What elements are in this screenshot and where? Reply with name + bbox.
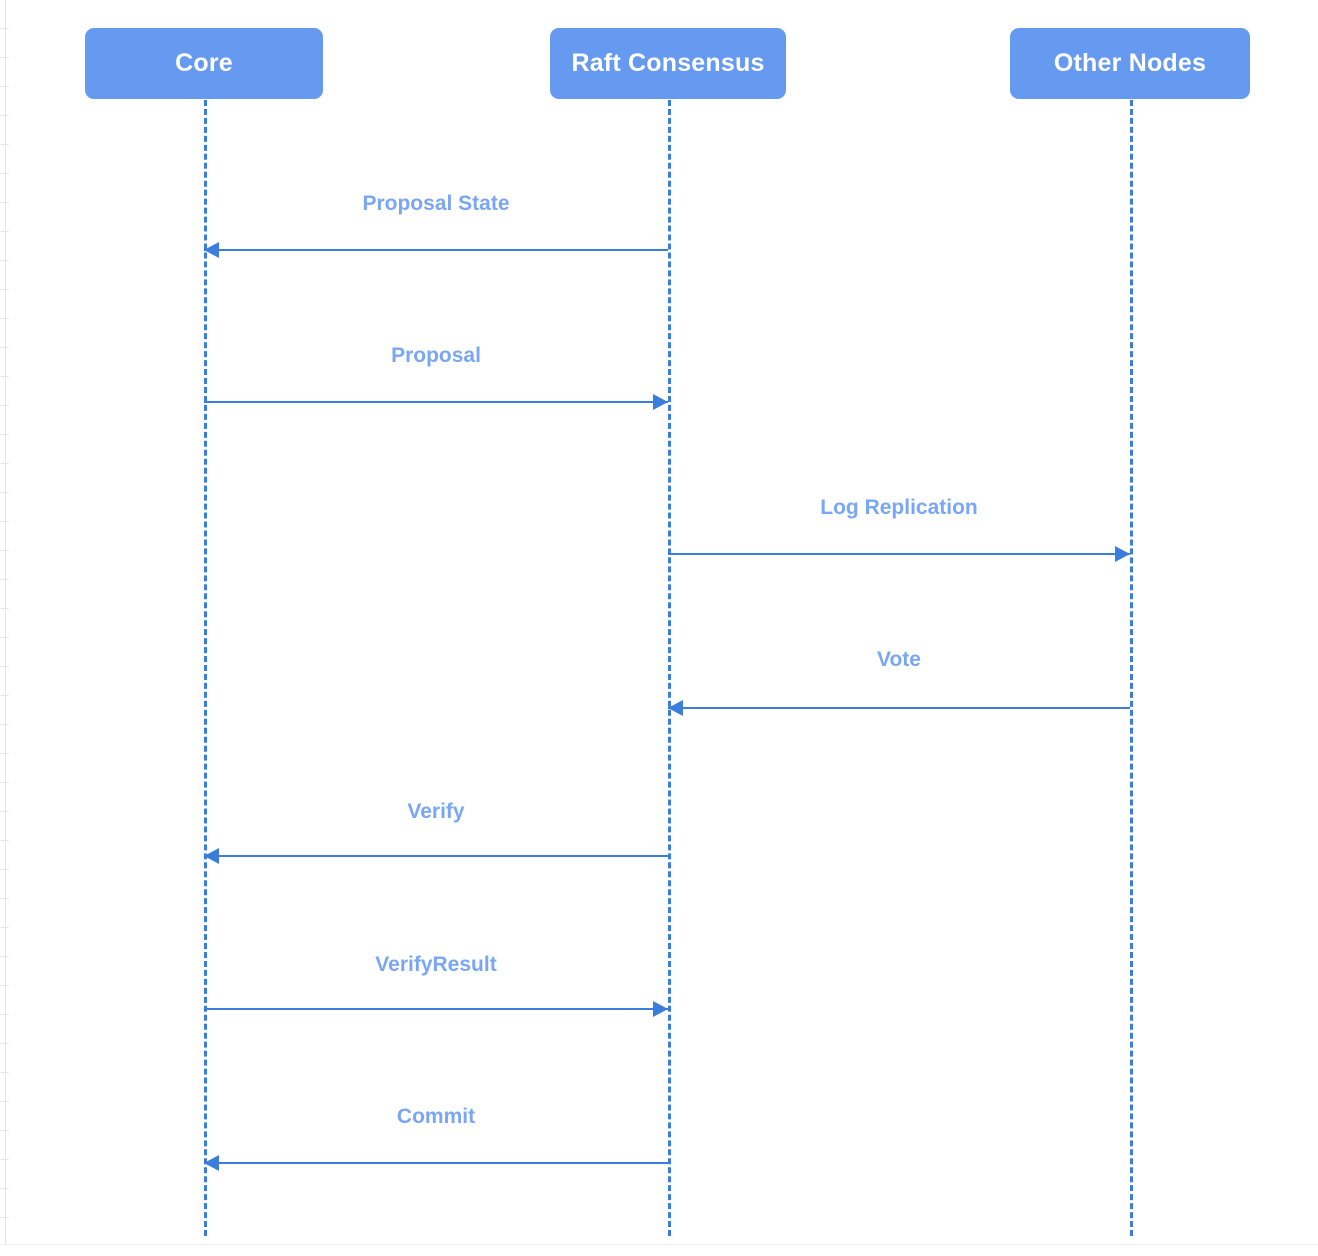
sequence-diagram-canvas: Core Raft Consensus Other Nodes Proposal S… — [0, 0, 1318, 1256]
message-arrow-line — [204, 855, 668, 857]
message-arrow-line — [204, 1162, 668, 1164]
message-label: Vote — [877, 648, 921, 671]
message-arrowhead-right — [1115, 546, 1130, 562]
message-arrowhead-left — [668, 700, 683, 716]
participant-box-other[interactable]: Other Nodes — [1010, 28, 1250, 99]
participant-box-core[interactable]: Core — [85, 28, 323, 99]
message-label: VerifyResult — [375, 953, 497, 976]
message-arrowhead-left — [204, 1155, 219, 1171]
message-label: Log Replication — [820, 496, 978, 519]
message-arrowhead-left — [204, 242, 219, 258]
participant-box-raft[interactable]: Raft Consensus — [550, 28, 786, 99]
message-label: Proposal — [391, 344, 481, 367]
message-label: Commit — [396, 1105, 476, 1128]
lifeline-other — [1130, 100, 1133, 1236]
message-arrow-line — [204, 1008, 668, 1010]
message-arrowhead-left — [204, 848, 219, 864]
message-arrowhead-right — [653, 394, 668, 410]
message-label: Verify — [407, 800, 465, 823]
page-left-edge-rule — [5, 0, 6, 1244]
message-arrow-line — [668, 553, 1130, 555]
page-bottom-rule — [0, 1244, 1318, 1245]
participant-label: Core — [175, 49, 233, 77]
message-arrow-line — [204, 249, 668, 251]
message-arrowhead-right — [653, 1001, 668, 1017]
lifeline-raft — [668, 100, 671, 1236]
message-arrow-line — [668, 707, 1130, 709]
message-arrow-line — [204, 401, 668, 403]
participant-label: Raft Consensus — [571, 49, 765, 77]
lifeline-core — [204, 100, 207, 1236]
message-label: Proposal State — [362, 192, 510, 215]
participant-label: Other Nodes — [1053, 49, 1207, 77]
